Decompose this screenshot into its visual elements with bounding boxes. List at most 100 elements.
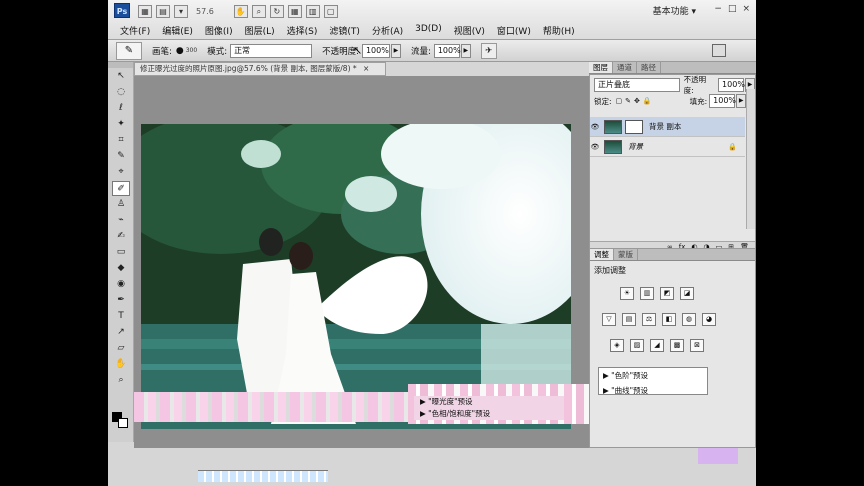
tab-paths[interactable]: 路径 [637, 62, 661, 73]
brush-preview-icon[interactable]: ● [176, 46, 184, 56]
menu-3d[interactable]: 3D(D) [409, 24, 448, 37]
menu-analysis[interactable]: 分析(A) [366, 24, 409, 37]
selective-color-icon[interactable]: ⊠ [690, 339, 704, 352]
tab-masks[interactable]: 蒙版 [614, 249, 638, 260]
document-tab[interactable]: 修正曝光过度的照片原图.jpg@57.6% (背景 副本, 图层蒙版/8) * … [134, 62, 386, 76]
workspace-switcher[interactable]: 基本功能 ▾ [653, 4, 696, 17]
document-close-icon[interactable]: × [363, 64, 369, 73]
layer-visibility-eye-icon[interactable]: 👁 [590, 123, 600, 131]
photo-filter-icon[interactable]: ◍ [682, 313, 696, 326]
preset-row-curves[interactable]: ▶ "曲线"预设 [599, 383, 707, 398]
lock-all-icon[interactable]: 🔒 [643, 97, 652, 105]
background-color-swatch[interactable] [118, 418, 128, 428]
path-select-tool-icon[interactable]: ↗ [112, 325, 130, 340]
pen-tool-icon[interactable]: ✒ [112, 293, 130, 308]
move-tool-icon[interactable]: ↖ [112, 69, 130, 84]
menu-help[interactable]: 帮助(H) [537, 24, 581, 37]
zoom-tool-panel-icon[interactable]: ⌕ [112, 373, 130, 388]
flow-slider-arrow-icon[interactable]: ▶ [460, 43, 471, 58]
layers-scrollbar[interactable] [746, 89, 755, 229]
exposure-icon[interactable]: ◪ [680, 287, 694, 300]
dodge-tool-icon[interactable]: ◉ [112, 277, 130, 292]
vibrance-icon[interactable]: ▽ [602, 313, 616, 326]
close-button[interactable]: × [742, 4, 750, 14]
opacity-input[interactable]: 100% [361, 43, 390, 58]
mini-bridge-icon[interactable]: ▤ [156, 4, 170, 18]
tab-channels[interactable]: 通道 [613, 62, 637, 73]
blur-tool-icon[interactable]: ◆ [112, 261, 130, 276]
color-balance-icon[interactable]: ⚖ [642, 313, 656, 326]
quick-select-tool-icon[interactable]: ✦ [112, 117, 130, 132]
mode-label: 模式: [207, 46, 228, 57]
fill-input[interactable]: 100% [709, 94, 736, 108]
view-extras-icon[interactable]: ▾ [174, 4, 188, 18]
type-tool-icon[interactable]: T [112, 309, 130, 324]
menu-edit[interactable]: 编辑(E) [156, 24, 199, 37]
curves-icon[interactable]: ◩ [660, 287, 674, 300]
opacity-slider-arrow-icon[interactable]: ▶ [390, 43, 401, 58]
mode-select[interactable]: 正常 [230, 43, 313, 58]
flow-input[interactable]: 100% [433, 43, 461, 58]
preset-row-levels[interactable]: ▶ "色阶"预设 [599, 368, 707, 383]
hue-saturation-icon[interactable]: ▤ [622, 313, 636, 326]
minimize-button[interactable]: − [714, 4, 722, 14]
lock-transparent-icon[interactable]: ▢ [616, 97, 623, 105]
levels-icon[interactable]: ▥ [640, 287, 654, 300]
menu-view[interactable]: 视图(V) [448, 24, 491, 37]
hand-tool-icon[interactable]: ✋ [233, 4, 248, 18]
menu-filter[interactable]: 滤镜(T) [323, 24, 366, 37]
menu-file[interactable]: 文件(F) [114, 24, 156, 37]
lock-pixels-icon[interactable]: ✎ [625, 97, 631, 105]
menu-image[interactable]: 图像(I) [199, 24, 239, 37]
shape-tool-icon[interactable]: ▱ [112, 341, 130, 356]
zoom-level[interactable]: 57.6 [196, 7, 214, 16]
gradient-tool-icon[interactable]: ▭ [112, 245, 130, 260]
clone-stamp-tool-icon[interactable]: ♙ [112, 197, 130, 212]
arrange-documents-icon[interactable]: ▥ [305, 4, 320, 18]
layer-row-background[interactable]: 👁 背景 🔒 [590, 137, 745, 157]
gradient-map-icon[interactable]: ▩ [670, 339, 684, 352]
screen-mode-icon[interactable]: ▢ [323, 4, 338, 18]
hand-tool-panel-icon[interactable]: ✋ [112, 357, 130, 372]
preset-row-exposure[interactable]: ▶ "曝光度"预设 [414, 396, 564, 408]
ps-logo-icon: Ps [114, 3, 130, 18]
lock-position-icon[interactable]: ✥ [634, 97, 640, 105]
healing-brush-tool-icon[interactable]: ⌖ [112, 165, 130, 180]
brush-panel-toggle-icon[interactable] [712, 44, 726, 57]
posterize-icon[interactable]: ▨ [630, 339, 644, 352]
lasso-tool-icon[interactable]: ℓ [112, 101, 130, 116]
layer-row-background-copy[interactable]: 👁 背景 副本 [590, 117, 745, 137]
tools-panel-grip[interactable] [108, 62, 133, 68]
maximize-button[interactable]: □ [728, 4, 737, 14]
layer-visibility-eye-icon[interactable]: 👁 [590, 143, 600, 151]
airbrush-icon[interactable]: ✈ [480, 42, 497, 59]
menu-window[interactable]: 窗口(W) [491, 24, 537, 37]
tool-preset-picker[interactable]: ✎ [116, 41, 142, 60]
menu-select[interactable]: 选择(S) [281, 24, 324, 37]
brush-tool-icon[interactable]: ✐ [112, 181, 130, 196]
bridge-icon[interactable]: ▦ [138, 4, 152, 18]
eraser-tool-icon[interactable]: ✍ [112, 229, 130, 244]
marquee-tool-icon[interactable]: ◌ [112, 85, 130, 100]
black-white-icon[interactable]: ◧ [662, 313, 676, 326]
tab-adjustments[interactable]: 调整 [590, 249, 614, 260]
threshold-icon[interactable]: ◢ [650, 339, 664, 352]
fill-arrow-icon[interactable]: ▶ [736, 94, 747, 108]
invert-icon[interactable]: ◈ [610, 339, 624, 352]
eyedropper-tool-icon[interactable]: ✎ [112, 149, 130, 164]
channel-mixer-icon[interactable]: ◕ [702, 313, 716, 326]
brightness-contrast-icon[interactable]: ☀ [620, 287, 634, 300]
tab-layers[interactable]: 图层 [589, 62, 613, 73]
layer-mask-thumbnail[interactable] [625, 119, 643, 134]
adjustment-icons-row-3: ◈ ▨ ◢ ▩ ⊠ [610, 339, 704, 352]
preset-row-hue-saturation[interactable]: ▶ "色相/饱和度"预设 [414, 408, 564, 420]
menu-layer[interactable]: 图层(L) [239, 24, 281, 37]
layer-opacity-input[interactable]: 100% [718, 78, 745, 92]
grid-icon[interactable]: ▦ [287, 4, 302, 18]
crop-tool-icon[interactable]: ⌗ [112, 133, 130, 148]
history-brush-tool-icon[interactable]: ⌁ [112, 213, 130, 228]
layers-panel-tabs: 图层 通道 路径 [589, 62, 756, 74]
rotate-view-icon[interactable]: ↻ [269, 4, 284, 18]
zoom-tool-icon[interactable]: ⌕ [251, 4, 266, 18]
blend-mode-select[interactable]: 正片叠底 [594, 78, 680, 92]
